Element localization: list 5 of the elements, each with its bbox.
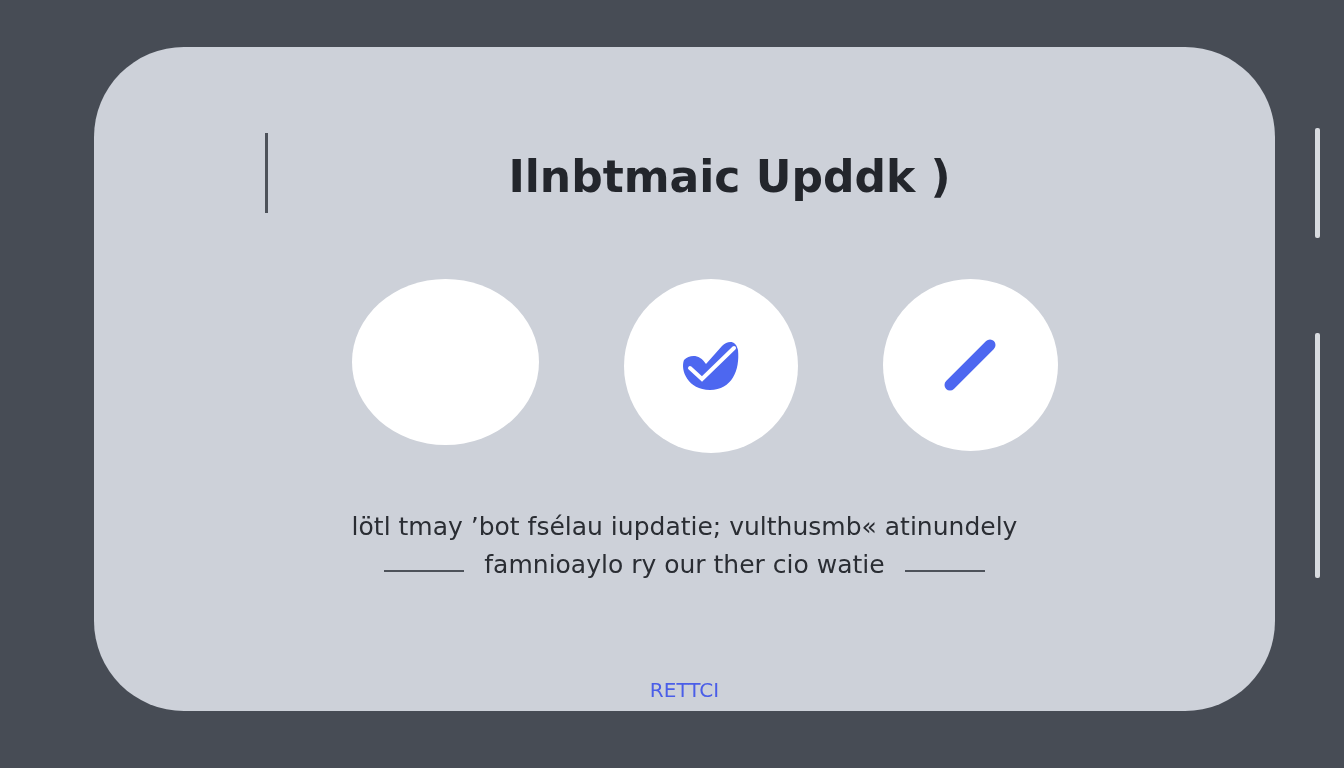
line-icon (944, 339, 996, 391)
dialog-title: Ilnbtmaic Upddk ) (508, 155, 951, 199)
message-text: famnioaylo ry our ther cio watie (484, 549, 885, 581)
retry-button[interactable]: RETTCI (641, 674, 728, 706)
message-text: lötl tmay ’bot fsélau iupdatie; vulthusmb« atinundely (351, 511, 1018, 543)
